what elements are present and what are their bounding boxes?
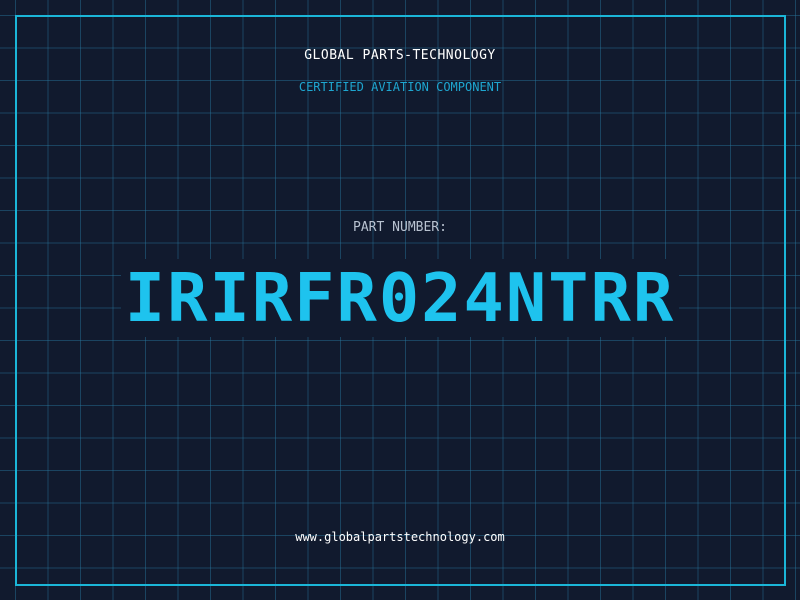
certification-subtitle: CERTIFIED AVIATION COMPONENT [298, 80, 502, 94]
part-number-value: IRIRFR024NTRR [120, 259, 680, 337]
label-canvas: GLOBAL PARTS-TECHNOLOGY CERTIFIED AVIATI… [0, 0, 800, 600]
part-number-label: PART NUMBER: [353, 220, 447, 235]
part-number-display: IRIRFR024NTRR [0, 258, 800, 338]
website-url: www.globalpartstechnology.com [295, 530, 505, 544]
company-name: GLOBAL PARTS-TECHNOLOGY [304, 48, 496, 63]
